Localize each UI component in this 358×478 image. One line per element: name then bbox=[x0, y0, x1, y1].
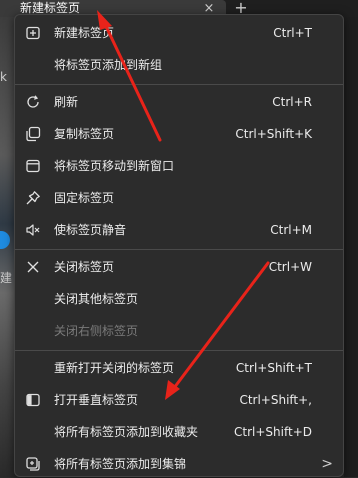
menu-separator bbox=[15, 249, 343, 250]
menu-item-new-tab[interactable]: 新建标签页 Ctrl+T bbox=[15, 19, 343, 47]
menu-separator bbox=[15, 84, 343, 85]
menu-item-shortcut: Ctrl+Shift+T bbox=[235, 361, 312, 375]
menu-item-shortcut: Ctrl+R bbox=[272, 95, 312, 109]
menu-item-label: 将标签页添加到新组 bbox=[54, 58, 163, 72]
menu-item-duplicate-tab[interactable]: 复制标签页 Ctrl+Shift+K bbox=[15, 120, 343, 148]
menu-item-close-tabs-to-right: 关闭右侧标签页 bbox=[15, 317, 343, 345]
menu-item-label: 打开垂直标签页 bbox=[54, 393, 139, 407]
background-text: 建 bbox=[0, 271, 13, 285]
window-icon bbox=[25, 158, 41, 174]
menu-item-label: 新建标签页 bbox=[54, 26, 115, 40]
menu-item-mute-tab[interactable]: 使标签页静音 Ctrl+M bbox=[15, 216, 343, 244]
mute-icon bbox=[25, 222, 41, 238]
menu-item-label: 刷新 bbox=[54, 95, 79, 109]
menu-item-label: 复制标签页 bbox=[54, 127, 115, 141]
menu-item-shortcut: Ctrl+Shift+, bbox=[239, 393, 312, 407]
menu-item-label: 将所有标签页添加到集锦 bbox=[54, 457, 187, 471]
background-text: k bbox=[0, 70, 7, 84]
background-blue-shape bbox=[0, 231, 10, 249]
menu-item-add-to-group[interactable]: 将标签页添加到新组 bbox=[15, 51, 343, 79]
new-tab-icon bbox=[25, 25, 41, 41]
menu-item-add-all-to-favorites[interactable]: 将所有标签页添加到收藏夹 Ctrl+Shift+D bbox=[15, 418, 343, 446]
menu-item-refresh[interactable]: 刷新 Ctrl+R bbox=[15, 88, 343, 116]
menu-item-shortcut: Ctrl+Shift+K bbox=[235, 127, 312, 141]
menu-item-shortcut: Ctrl+W bbox=[268, 260, 312, 274]
menu-item-close-other-tabs[interactable]: 关闭其他标签页 bbox=[15, 285, 343, 313]
menu-item-close-tab[interactable]: 关闭标签页 Ctrl+W bbox=[15, 253, 343, 281]
menu-item-shortcut: Ctrl+M bbox=[270, 223, 312, 237]
menu-item-label: 使标签页静音 bbox=[54, 223, 127, 237]
page-edge bbox=[344, 17, 358, 477]
menu-item-open-vertical-tabs[interactable]: 打开垂直标签页 Ctrl+Shift+, bbox=[15, 386, 343, 414]
menu-item-label: 将标签页移动到新窗口 bbox=[54, 159, 175, 173]
menu-item-move-to-new-window[interactable]: 将标签页移动到新窗口 bbox=[15, 152, 343, 180]
menu-separator bbox=[15, 350, 343, 351]
menu-item-reopen-closed-tab[interactable]: 重新打开关闭的标签页 Ctrl+Shift+T bbox=[15, 354, 343, 382]
pin-icon bbox=[25, 190, 41, 206]
menu-item-label: 关闭标签页 bbox=[54, 260, 115, 274]
menu-item-label: 将所有标签页添加到收藏夹 bbox=[54, 425, 199, 439]
collections-icon bbox=[25, 456, 41, 472]
chevron-right-icon: > bbox=[321, 456, 333, 472]
menu-item-label: 关闭右侧标签页 bbox=[54, 324, 139, 338]
menu-item-shortcut: Ctrl+Shift+D bbox=[234, 425, 312, 439]
menu-item-shortcut: Ctrl+T bbox=[273, 26, 312, 40]
vertical-tabs-icon bbox=[25, 392, 41, 408]
menu-item-add-all-to-collections[interactable]: 将所有标签页添加到集锦 > bbox=[15, 450, 343, 478]
menu-item-label: 重新打开关闭的标签页 bbox=[54, 361, 175, 375]
duplicate-icon bbox=[25, 126, 41, 142]
menu-item-pin-tab[interactable]: 固定标签页 bbox=[15, 184, 343, 212]
tab-context-menu: 新建标签页 Ctrl+T 将标签页添加到新组 刷新 Ctrl+R 复制标签页 C… bbox=[14, 14, 344, 477]
menu-item-label: 关闭其他标签页 bbox=[54, 292, 139, 306]
refresh-icon bbox=[25, 94, 41, 110]
menu-item-label: 固定标签页 bbox=[54, 191, 115, 205]
close-icon bbox=[25, 259, 41, 275]
